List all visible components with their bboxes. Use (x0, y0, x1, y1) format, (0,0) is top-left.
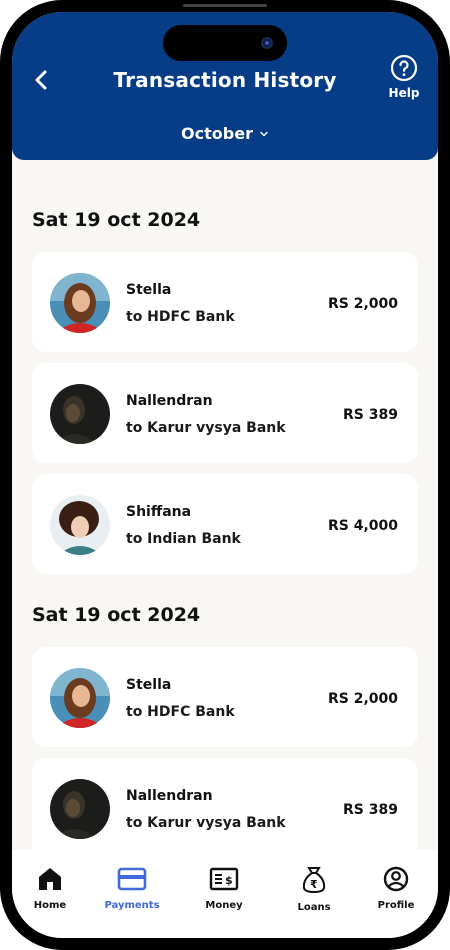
camera-icon (261, 37, 273, 49)
app-header: Transaction History Help October (12, 12, 438, 160)
payee-name: Shiffana (126, 504, 192, 520)
svg-text:$: $ (225, 874, 233, 887)
tab-money[interactable]: $ Money (186, 866, 262, 911)
phone-speaker (183, 4, 267, 7)
card-icon (117, 867, 147, 891)
payee-bank: to Indian Bank (126, 531, 241, 547)
tab-home[interactable]: Home (12, 866, 88, 911)
month-selector[interactable]: October (181, 124, 269, 143)
transaction-amount: RS 2,000 (327, 691, 398, 707)
transaction-amount: RS 389 (343, 407, 398, 423)
avatar-stella (50, 668, 110, 728)
home-icon (39, 868, 61, 890)
month-label: October (181, 124, 253, 143)
transaction-card[interactable]: Stella to HDFC Bank RS 2,000 (32, 647, 418, 747)
date-heading: Sat 19 oct 2024 (32, 209, 201, 231)
payee-name: Stella (126, 677, 172, 693)
date-heading: Sat 19 oct 2024 (32, 604, 201, 626)
transaction-amount: RS 4,000 (327, 518, 398, 534)
payee-name: Nallendran (126, 393, 213, 409)
bottom-tab-bar: Home Payments $ Money ₹ Loans Profile (12, 850, 438, 938)
payee-bank: to Karur vysya Bank (126, 815, 286, 831)
tab-profile[interactable]: Profile (358, 866, 434, 911)
transaction-card[interactable]: Shiffana to Indian Bank RS 4,000 (32, 474, 418, 574)
payee-name: Nallendran (126, 788, 213, 804)
tab-label: Payments (104, 900, 160, 911)
svg-text:₹: ₹ (310, 878, 318, 891)
avatar-shiffana (50, 495, 110, 555)
payee-bank: to Karur vysya Bank (126, 420, 286, 436)
rupee-bag-icon: ₹ (302, 867, 326, 894)
question-circle-icon (390, 54, 418, 82)
avatar-nallendran (50, 384, 110, 444)
tab-label: Loans (297, 902, 331, 913)
transaction-amount: RS 2,000 (327, 296, 398, 312)
user-circle-icon (383, 866, 409, 892)
chevron-left-icon (35, 70, 47, 90)
app-screen: Transaction History Help October Sat 19 … (12, 12, 438, 938)
payee-bank: to HDFC Bank (126, 309, 235, 325)
page-title: Transaction History (113, 68, 337, 92)
transaction-list: Sat 19 oct 2024 Stella to HDFC Bank RS 2… (12, 160, 438, 850)
phone-frame: Transaction History Help October Sat 19 … (0, 0, 450, 950)
payee-bank: to HDFC Bank (126, 704, 235, 720)
payee-name: Stella (126, 282, 172, 298)
money-icon: $ (209, 867, 239, 891)
chevron-down-icon (260, 131, 268, 136)
help-button[interactable]: Help (384, 54, 424, 100)
month-selector-row: October (12, 124, 438, 143)
help-label: Help (388, 86, 420, 100)
tab-loans[interactable]: ₹ Loans (276, 866, 352, 913)
avatar-stella (50, 273, 110, 333)
transaction-card[interactable]: Stella to HDFC Bank RS 2,000 (32, 252, 418, 352)
tab-label: Profile (377, 900, 415, 911)
back-button[interactable] (28, 66, 56, 94)
transaction-card[interactable]: Nallendran to Karur vysya Bank RS 389 (32, 758, 418, 850)
tab-label: Home (33, 900, 67, 911)
avatar-nallendran (50, 779, 110, 839)
camera-notch (163, 25, 287, 61)
transaction-amount: RS 389 (343, 802, 398, 818)
tab-payments[interactable]: Payments (94, 866, 170, 911)
transaction-card[interactable]: Nallendran to Karur vysya Bank RS 389 (32, 363, 418, 463)
tab-label: Money (205, 900, 243, 911)
